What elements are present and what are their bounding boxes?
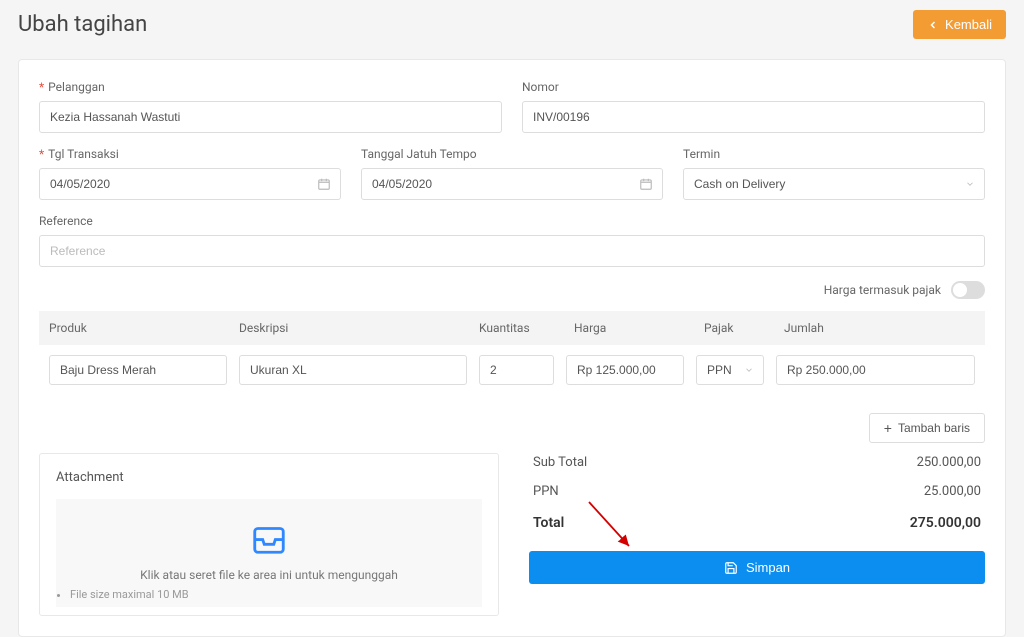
back-button-label: Kembali	[945, 17, 992, 32]
customer-input[interactable]	[39, 101, 502, 133]
row-desc-input[interactable]	[239, 355, 467, 385]
col-price: Harga	[574, 321, 704, 335]
subtotal-value: 250.000,00	[917, 455, 981, 470]
row-qty-input[interactable]	[479, 355, 554, 385]
due-date-label: Tanggal Jatuh Tempo	[361, 147, 663, 161]
col-product: Produk	[49, 321, 239, 335]
term-select[interactable]	[683, 168, 985, 200]
ppn-value: 25.000,00	[924, 484, 981, 499]
line-item-row	[39, 345, 985, 395]
totals-panel: Sub Total 250.000,00 PPN 25.000,00 Total…	[529, 453, 985, 616]
total-label: Total	[533, 515, 564, 531]
attachment-panel: Attachment Klik atau seret file ke area …	[39, 453, 499, 616]
reference-label: Reference	[39, 214, 985, 228]
number-label: Nomor	[522, 80, 985, 94]
form-card: *Pelanggan Nomor *Tgl Transaksi Tanggal …	[18, 59, 1006, 637]
dropzone-hint: File size maximal 10 MB	[66, 588, 472, 601]
col-amount: Jumlah	[784, 321, 975, 335]
plus-icon: +	[884, 421, 892, 435]
row-tax-select[interactable]	[696, 355, 764, 385]
due-date-input[interactable]	[361, 168, 663, 200]
page-title: Ubah tagihan	[18, 12, 147, 37]
trx-date-label: *Tgl Transaksi	[39, 147, 341, 161]
reference-input[interactable]	[39, 235, 985, 267]
subtotal-label: Sub Total	[533, 455, 587, 470]
back-button[interactable]: Kembali	[913, 10, 1006, 39]
col-qty: Kuantitas	[479, 321, 574, 335]
save-icon	[724, 561, 738, 575]
tax-inclusive-toggle[interactable]	[951, 281, 985, 299]
add-row-label: Tambah baris	[898, 421, 970, 435]
term-label: Termin	[683, 147, 985, 161]
number-input[interactable]	[522, 101, 985, 133]
attachment-dropzone[interactable]: Klik atau seret file ke area ini untuk m…	[56, 499, 482, 607]
dropzone-text: Klik atau seret file ke area ini untuk m…	[66, 568, 472, 582]
tax-inclusive-label: Harga termasuk pajak	[824, 283, 941, 297]
ppn-label: PPN	[533, 484, 559, 499]
inbox-icon	[250, 519, 288, 557]
row-price-input[interactable]	[566, 355, 684, 385]
line-items-header: Produk Deskripsi Kuantitas Harga Pajak J…	[39, 311, 985, 345]
customer-label: *Pelanggan	[39, 80, 502, 94]
trx-date-input[interactable]	[39, 168, 341, 200]
row-product-input[interactable]	[49, 355, 227, 385]
col-tax: Pajak	[704, 321, 784, 335]
save-button[interactable]: Simpan	[529, 551, 985, 584]
save-button-label: Simpan	[746, 560, 790, 575]
row-amount-input[interactable]	[776, 355, 975, 385]
col-desc: Deskripsi	[239, 321, 479, 335]
attachment-title: Attachment	[56, 470, 482, 485]
add-row-button[interactable]: + Tambah baris	[869, 413, 985, 443]
total-value: 275.000,00	[910, 515, 981, 531]
arrow-left-icon	[927, 19, 939, 31]
